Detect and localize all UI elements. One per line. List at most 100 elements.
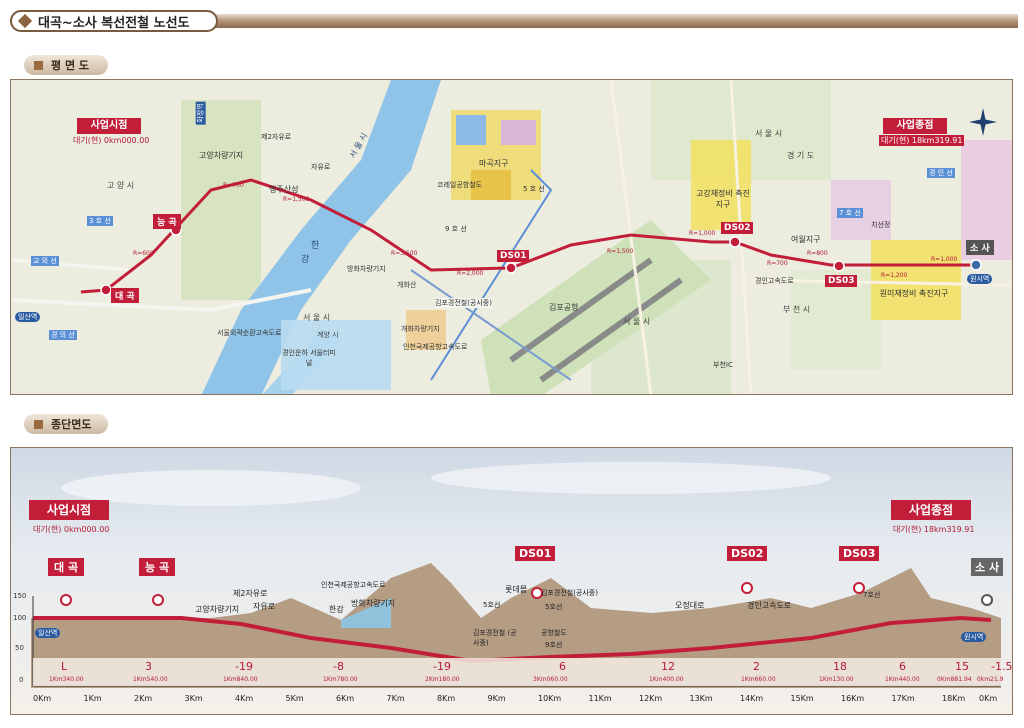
chainage-value: 1Km130.00 [819, 676, 854, 683]
gradient-value: 3 [145, 660, 152, 673]
profile-wonsi: 원시역 [961, 632, 987, 642]
profile-airport-rail: 공항철도 [541, 629, 567, 637]
plan-line3: 3 호 선 [87, 216, 113, 226]
plan-yeowol: 여월지구 [791, 235, 821, 244]
gradient-row: L 3 -19 -8 -19 6 12 2 18 6 15 -1.5 [33, 660, 1012, 674]
plan-radius-11: R=1,000 [931, 256, 958, 263]
y-tick-150: 150 [13, 592, 27, 600]
plan-jayuro: 자유로 [311, 163, 331, 171]
gradient-value: 2 [753, 660, 760, 673]
x-axis: 0Km 1Km 2Km 3Km 4Km 5Km 6Km 7Km 8Km 9Km 10Km 11Km 12… [19, 694, 1009, 708]
plan-ds01: DS01 [497, 250, 530, 262]
x-tick-label: 11Km [588, 694, 612, 703]
x-tick-label: 15Km [790, 694, 814, 703]
gradient-value: 18 [833, 660, 847, 673]
plan-gyeongin-exp: 경인고속도로 [755, 277, 794, 285]
plan-line7: 7 호 선 [837, 208, 863, 218]
plan-seoul-right: 서 울 시 [755, 129, 783, 138]
plan-gyeonggi: 경 기 도 [787, 151, 815, 160]
profile-line5a: 5호선 [483, 601, 501, 609]
daegok-marker-icon [100, 284, 112, 296]
x-tick-label: 16Km [841, 694, 865, 703]
gradient-value: -19 [235, 660, 253, 673]
sosa-marker-icon [970, 259, 982, 271]
plan-ds02: DS02 [721, 222, 754, 234]
plan-station-daegok: 대 곡 [111, 288, 139, 303]
plan-gimpo-airport: 김포공항 [549, 303, 579, 312]
profile-station-sosa: 소 사 [971, 558, 1004, 576]
plan-haengju: 행주산성 [269, 185, 299, 194]
chainage-value: 1Km540.00 [133, 676, 168, 683]
plan-gyeyang: 계양 시 [317, 331, 339, 339]
chainage-value: 1Km440.00 [885, 676, 920, 683]
profile-section: 사업시점 대기(현) 0km000.00 사업종점 대기(현) 18km319.… [10, 447, 1013, 715]
profile-tag-label: 종단면도 [51, 418, 92, 431]
x-tick-label: 7Km [386, 694, 405, 703]
profile-hangang: 한강 [329, 605, 344, 614]
plan-gyoui: 교 외 선 [31, 256, 59, 266]
plan-seoul-city: 서 울 시 [303, 313, 331, 322]
plan-hwajeong: 화정역 [195, 101, 206, 125]
profile-start-sub: 대기(현) 0km000.00 [33, 525, 110, 534]
x-tick-label: 13Km [689, 694, 713, 703]
plan-line5: 5 호 선 [523, 185, 545, 193]
plan-wonsi: 원시역 [967, 274, 993, 284]
plan-airport-line: 코레일공항철도 [437, 181, 483, 189]
profile-goyang-depot: 고양차량기지 [195, 605, 240, 614]
plan-radius-2: R=600 [133, 250, 154, 257]
x-tick-label: 1Km [83, 694, 102, 703]
page-title: 대곡~소사 복선전철 노선도 [38, 15, 190, 31]
profile-jeil2: 제2자유로 [233, 589, 268, 598]
profile-end-sub: 대기(현) 18km319.91 [893, 525, 975, 534]
plan-incheon-exp: 인천국제공항고속도로 [403, 343, 468, 351]
plan-radius-4: R=3,500 [391, 250, 418, 257]
title-pill: 대곡~소사 복선전철 노선도 [10, 10, 218, 32]
ds01-marker-icon [505, 262, 517, 274]
plan-radius-9: R=800 [807, 250, 828, 257]
plan-ilsan: 일산역 [15, 312, 41, 322]
profile-ilsan: 일산역 [35, 628, 61, 638]
gradient-value: -1.5 [991, 660, 1013, 673]
plan-jeil2: 제2자유로 [261, 133, 292, 141]
plan-radius-10: R=1,200 [881, 272, 908, 279]
gradient-value: L [61, 660, 68, 673]
profile-line9: 9호선 [545, 641, 563, 649]
plan-goyang-depot: 고양차량기지 [199, 151, 244, 160]
plan-wonmi: 원미재정비 촉진지구 [879, 289, 949, 298]
plan-seoul-outer: 서울외곽순환고속도로 [217, 329, 282, 337]
profile-ojeong: 오정대로 [675, 601, 705, 610]
chainage-value: 1Km660.00 [741, 676, 776, 683]
plan-radius-5: R=2,000 [457, 270, 484, 277]
plan-radius-8: R=700 [767, 260, 788, 267]
chainage-value: 0Km881.94 [937, 676, 972, 683]
profile-gimpo-light-top: 김포경전철(공사중) [541, 589, 598, 597]
plan-gyeongui: 경 의 선 [49, 330, 77, 340]
profile-start-label: 사업시점 [29, 500, 109, 520]
daegok-station-icon [60, 594, 72, 606]
plan-ds03: DS03 [825, 275, 858, 287]
plan-start-label: 사업시점 [77, 118, 141, 134]
ds03-marker-icon [833, 260, 845, 272]
profile-gimpo-light-low: 김포경전철 (공사중) [473, 629, 517, 647]
x-tick-label: 6Km [336, 694, 355, 703]
profile-end-label: 사업종점 [891, 500, 971, 520]
plan-gogang: 고강재정비 촉진지구 [695, 189, 751, 209]
profile-station-neunggok: 능 곡 [139, 558, 176, 576]
plan-gyeongin-line: 경 인 선 [927, 168, 955, 178]
plan-gang: 강 [301, 255, 310, 265]
chainage-value: 1Km340.00 [49, 676, 84, 683]
x-tick-label: 10Km [538, 694, 562, 703]
profile-svg [31, 462, 1001, 688]
x-tick-label: 12Km [639, 694, 663, 703]
plan-chiseonjeong: 치선정 [871, 221, 891, 229]
gradient-value: 12 [661, 660, 675, 673]
gradient-value: -8 [333, 660, 344, 673]
plan-tag: 평 면 도 [24, 55, 108, 75]
plan-station-sosa: 소 사 [966, 240, 994, 255]
gradient-value: 15 [955, 660, 969, 673]
profile-ds03: DS03 [839, 546, 880, 561]
plan-gimpo-light: 김포경전철(공사중) [435, 298, 492, 308]
plan-bucheon: 부 천 시 [783, 305, 811, 314]
square-bullet-icon [34, 419, 43, 429]
profile-jayuro: 자유로 [253, 602, 276, 611]
